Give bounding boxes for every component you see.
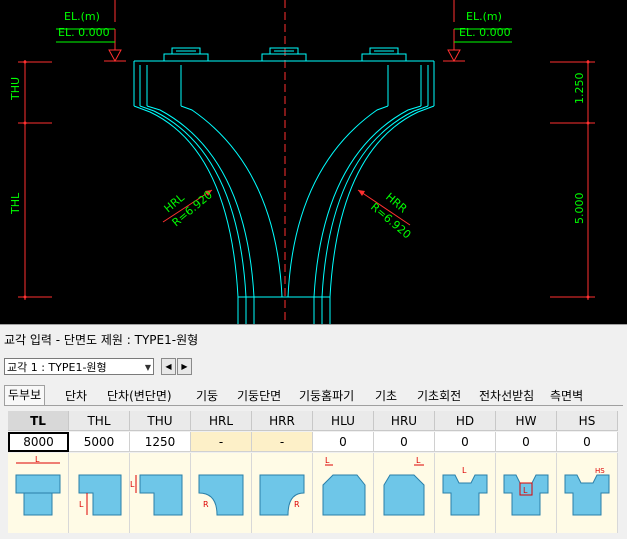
bearing-right [361,47,407,62]
tab-side-wall[interactable]: 측면벽 [550,387,583,405]
column-header-hrr: HRR [252,411,313,431]
tab-step-variable[interactable]: 단차(변단면) [107,387,172,405]
column-header-hs: HS [557,411,618,431]
dim-right-bottom-label: 5.000 [573,193,586,225]
value-cell-hw[interactable]: 0 [496,432,557,452]
value-cell-hru[interactable]: 0 [374,432,435,452]
tab-column-section[interactable]: 기둥단면 [237,387,281,405]
el-right-label: EL.(m) [466,10,502,23]
bearing-center [261,47,307,62]
tab-foundation-rotation[interactable]: 기초회전 [417,387,461,405]
value-cell-thl[interactable]: 5000 [69,432,130,452]
diagram-hw: L [496,453,557,533]
diagram-hs: HS [557,453,618,533]
svg-text:R: R [294,500,300,509]
column-header-hd: HD [435,411,496,431]
dimension-right: 1.250 5.000 [550,60,595,300]
hrr-callout: HRR R=6.920 [357,189,413,241]
hd-shape-icon: L [442,466,488,516]
column-header-hlu: HLU [313,411,374,431]
diagram-hd: L [435,453,496,533]
diagram-thl: L [69,453,130,533]
hrr-shape-icon: R [259,474,305,516]
hlu-shape-icon: L [322,456,366,516]
column-header-hrl: HRL [191,411,252,431]
thu-shape-icon: L [130,474,183,516]
dim-left-top-label: THU [9,77,22,101]
svg-text:L: L [130,480,135,489]
column-header-thl: THL [69,411,130,431]
svg-text:L: L [325,456,330,465]
cad-drawing-viewport[interactable]: EL.(m) EL. 0.000 EL.(m) EL. 0.000 THU TH… [0,0,627,324]
tl-shape-icon: L [15,455,61,516]
next-arrow-icon: ▶ [181,362,188,371]
next-button[interactable]: ▶ [177,358,192,375]
diagram-hlu: L [313,453,374,533]
svg-text:L: L [462,466,467,475]
el-right-value: EL. 0.000 [459,26,511,39]
el-marker-right: EL.(m) EL. 0.000 [443,10,512,63]
pier-selector-value: 교각 1 : TYPE1-원형 [7,361,107,374]
thl-shape-icon: L [78,474,122,516]
dim-left-bottom-label: THL [9,192,22,215]
value-cell-hrr[interactable]: - [252,432,313,452]
svg-text:L: L [416,456,421,465]
prev-button[interactable]: ◀ [161,358,176,375]
svg-text:R: R [203,500,209,509]
diagram-hru: L [374,453,435,533]
value-cell-tl[interactable]: 8000 [8,432,69,452]
diagram-thu: L [130,453,191,533]
diagram-tl: L [8,453,69,533]
chevron-down-icon: ▼ [144,363,151,372]
tab-headbeam[interactable]: 두부보 [4,385,46,405]
column-header-hw: HW [496,411,557,431]
hrl-shape-icon: R [198,474,244,516]
column-header-thu: THU [130,411,191,431]
value-cell-hs[interactable]: 0 [557,432,618,452]
tab-column-groove[interactable]: 기둥홈파기 [299,387,354,405]
input-panel: 교각 입력 - 단면도 제원 : TYPE1-원형 교각 1 : TYPE1-원… [0,324,627,539]
tab-foundation[interactable]: 기초 [375,387,397,405]
dim-right-top-label: 1.250 [573,73,586,105]
svg-text:L: L [35,455,40,464]
tab-column[interactable]: 기둥 [196,387,218,405]
value-cell-hd[interactable]: 0 [435,432,496,452]
tab-step[interactable]: 단차 [65,387,87,405]
svg-text:L: L [79,500,84,509]
diagram-hrl: R [191,453,252,533]
el-left-value: EL. 0.000 [58,26,110,39]
dimension-left: THU THL [9,60,52,300]
svg-text:HS: HS [595,467,605,475]
section-tab-bar: 두부보 단차 단차(변단면) 기둥 기둥단면 기둥홈파기 기초 기초회전 전차선… [4,385,623,406]
column-header-hru: HRU [374,411,435,431]
el-left-label: EL.(m) [64,10,100,23]
panel-title: 교각 입력 - 단면도 제원 : TYPE1-원형 [4,333,199,347]
prev-arrow-icon: ◀ [165,362,172,371]
hrl-callout: HRL R=6.920 [162,188,215,229]
bearing-left [163,47,209,62]
hw-shape-icon: L [503,474,549,516]
pier-selector-dropdown[interactable]: 교각 1 : TYPE1-원형 ▼ [4,358,154,375]
value-cell-hlu[interactable]: 0 [313,432,374,452]
value-cell-thu[interactable]: 1250 [130,432,191,452]
value-cell-hrl[interactable]: - [191,432,252,452]
hs-shape-icon: HS [564,467,610,516]
svg-text:L: L [523,486,528,495]
hru-shape-icon: L [383,456,425,516]
pier-section-drawing: EL.(m) EL. 0.000 EL.(m) EL. 0.000 THU TH… [9,0,595,324]
diagram-hrr: R [252,453,313,533]
column-header-tl: TL [8,411,69,431]
tab-catenary-support[interactable]: 전차선받침 [479,387,534,405]
